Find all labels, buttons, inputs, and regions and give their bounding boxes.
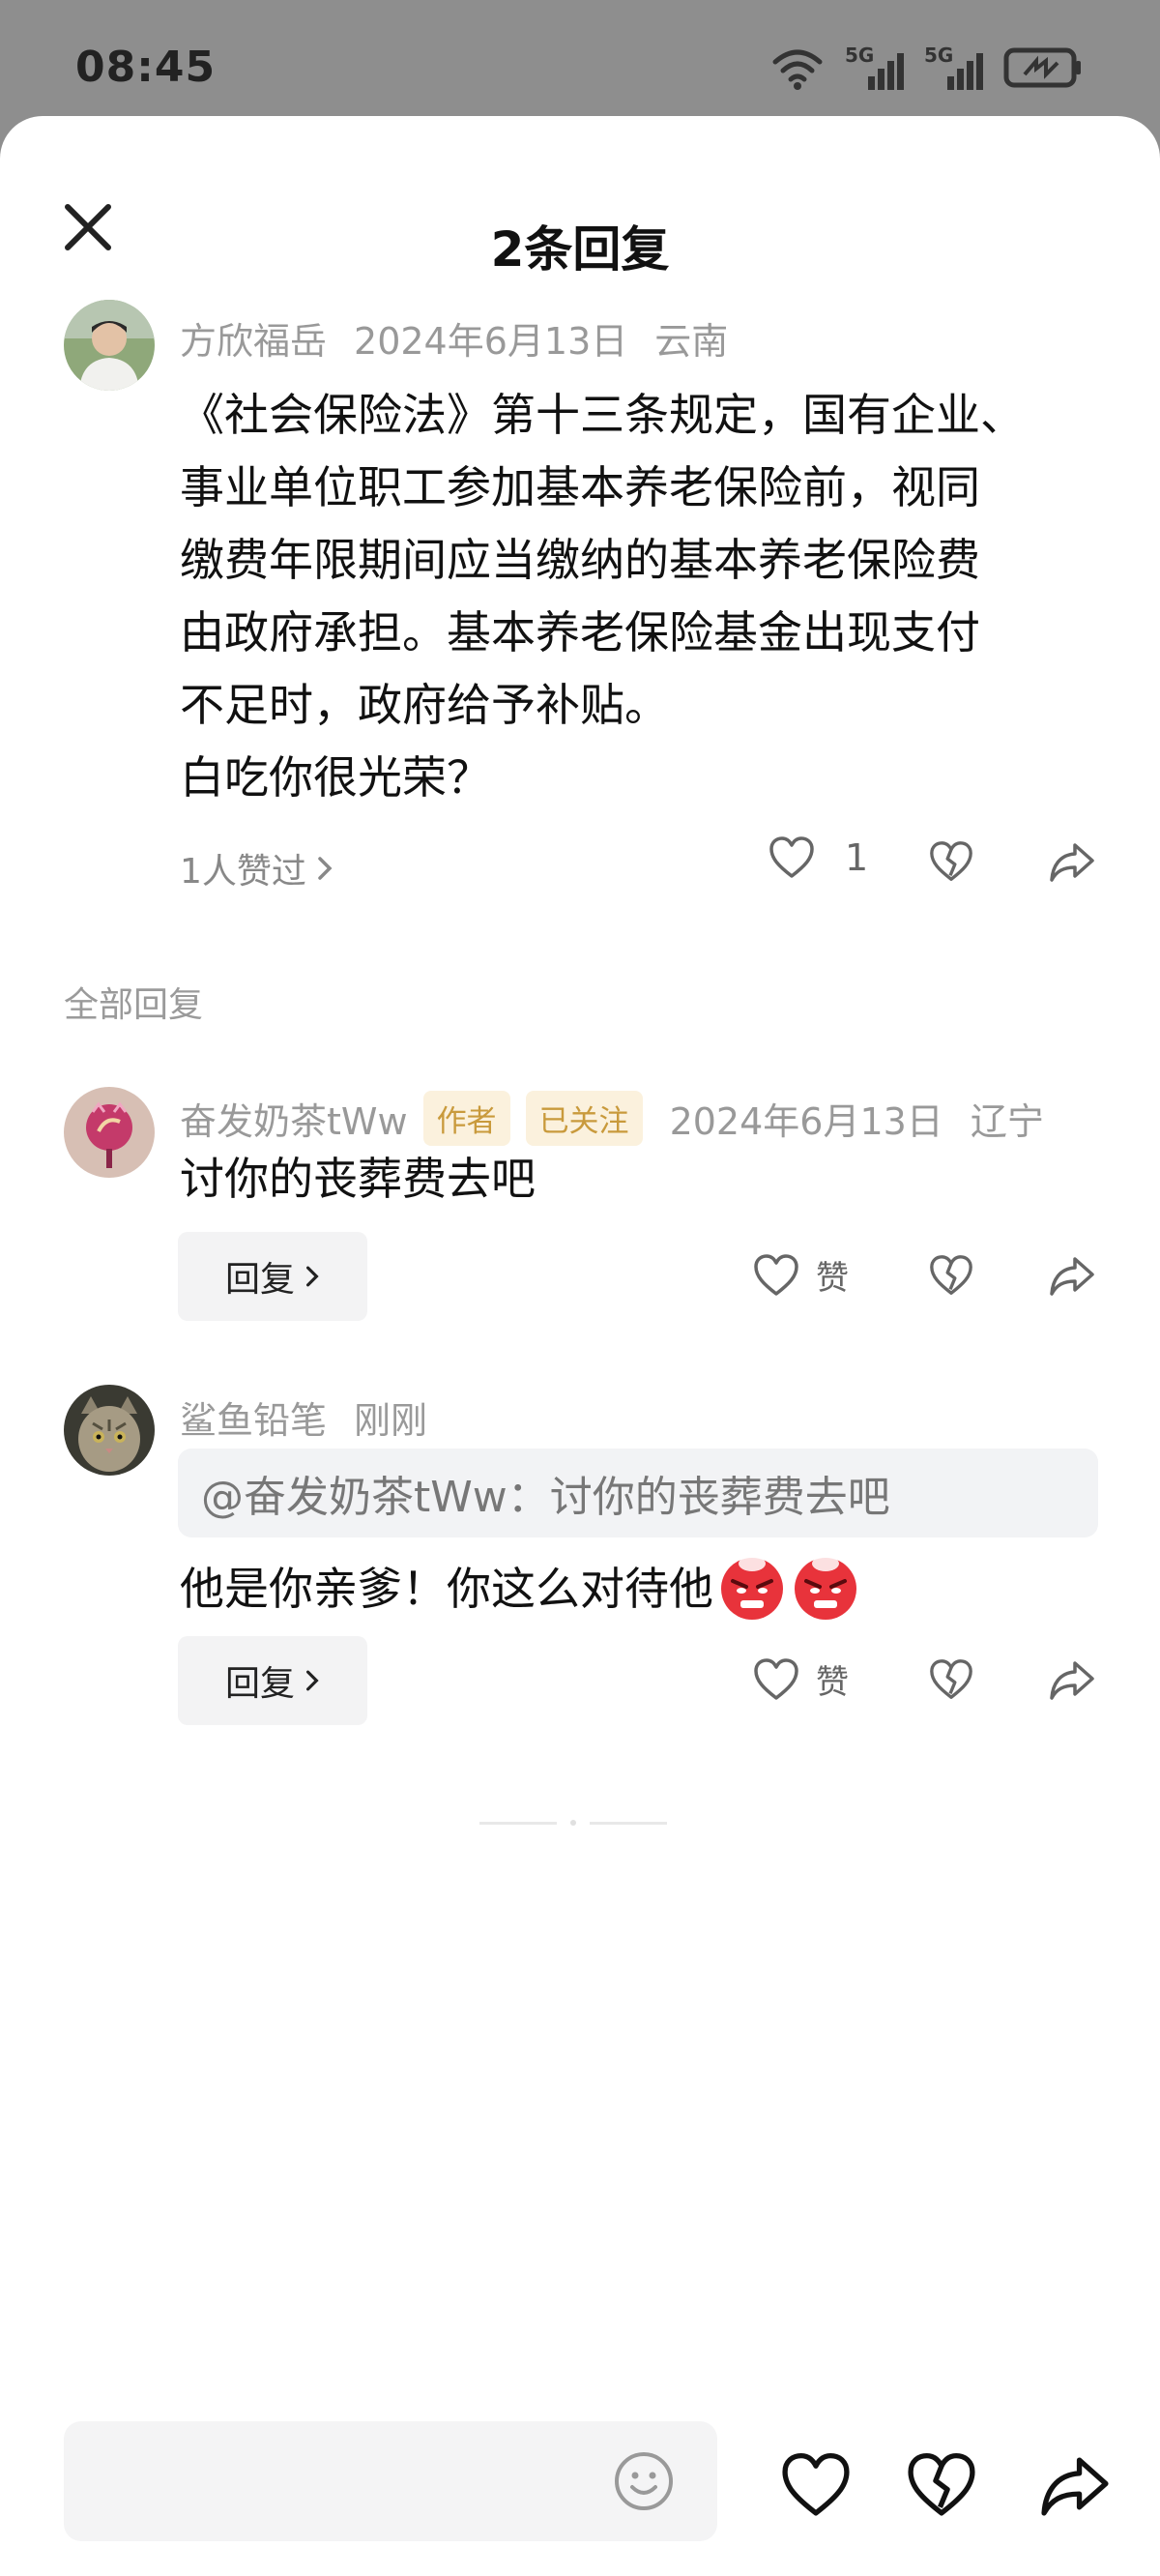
reply-date: 2024年6月13日: [669, 1100, 943, 1143]
status-icons: 5G 5G: [768, 39, 1083, 97]
reply-button[interactable]: 回复: [178, 1232, 367, 1321]
chevron-right-icon: [306, 1670, 319, 1691]
avatar[interactable]: [64, 1087, 155, 1178]
network-label: 5G: [924, 44, 954, 67]
wifi-icon: [772, 49, 823, 90]
like-button[interactable]: 1: [768, 835, 868, 880]
broken-heart-icon[interactable]: [928, 839, 974, 884]
username[interactable]: 奋发奶茶tWw: [180, 1092, 408, 1145]
comment-line: 白吃你很光荣？: [180, 751, 491, 804]
heart-icon: [754, 1253, 798, 1296]
replies-sheet: 2条回复 方欣福岳 2024年6月13日 云南 《社会保险法》第十三条规定，国有…: [0, 116, 1160, 2576]
reply-button-label: 回复: [224, 1664, 295, 1704]
likers-link[interactable]: 1人赞过: [180, 843, 334, 893]
chevron-right-icon: [306, 1266, 319, 1287]
reply-location: 辽宁: [970, 1100, 1044, 1143]
username[interactable]: 方欣福岳: [180, 311, 327, 365]
avatar[interactable]: [64, 300, 155, 391]
signal-icon: 5G: [845, 44, 907, 92]
share-icon[interactable]: [1038, 2450, 1112, 2520]
heart-icon: [769, 836, 814, 878]
share-icon[interactable]: [1048, 839, 1096, 884]
reply-button-label: 回复: [224, 1260, 295, 1300]
end-of-list-indicator: [479, 1820, 667, 1826]
page-title: 2条回复: [490, 221, 670, 278]
heart-icon[interactable]: [779, 2450, 853, 2520]
reply-date: 刚刚: [354, 1399, 428, 1442]
following-badge: 已关注: [525, 1091, 643, 1146]
sheet-header: 2条回复: [0, 155, 1160, 280]
comment-body: 《社会保险法》第十三条规定，国有企业、 事业单位职工参加基本养老保险前，视同 缴…: [180, 379, 1108, 814]
author-badge: 作者: [422, 1091, 510, 1146]
broken-heart-icon[interactable]: [928, 1253, 974, 1298]
share-icon[interactable]: [1048, 1657, 1096, 1702]
comment-line: 由政府承担。基本养老保险基金出现支付: [180, 606, 980, 659]
like-count: 1: [845, 836, 869, 879]
like-button[interactable]: 赞: [752, 1655, 849, 1703]
likers-label: 1人赞过: [180, 852, 306, 892]
like-button[interactable]: 赞: [752, 1251, 849, 1299]
comment-location: 云南: [654, 320, 729, 363]
signal-icon: 5G: [924, 44, 986, 92]
status-time: 08:45: [75, 43, 217, 92]
reply-button[interactable]: 回复: [178, 1636, 367, 1725]
angry-emoji-icon: [795, 1555, 856, 1620]
reply-text: 讨你的丧葬费去吧: [180, 1153, 536, 1205]
section-label: 全部回复: [64, 985, 204, 1025]
status-bar: 08:45 5G 5G: [0, 0, 1160, 126]
reply-text: 他是你亲爹！你这么对待他: [180, 1553, 1108, 1627]
reply-meta: 奋发奶茶tWw 作者 已关注 2024年6月13日 辽宁: [180, 1091, 1044, 1146]
broken-heart-icon[interactable]: [928, 1657, 974, 1702]
quoted-reply: @奋发奶茶tWw：讨你的丧葬费去吧: [178, 1449, 1098, 1537]
reply-meta: 鲨鱼铅笔 刚刚: [180, 1390, 427, 1444]
comment-input[interactable]: [64, 2421, 717, 2541]
share-icon[interactable]: [1048, 1253, 1096, 1298]
avatar[interactable]: [64, 1385, 155, 1476]
network-label: 5G: [845, 44, 875, 67]
like-label: 赞: [816, 1663, 849, 1702]
broken-heart-icon[interactable]: [905, 2450, 978, 2520]
like-label: 赞: [816, 1259, 849, 1298]
comment-line: 不足时，政府给予补贴。: [180, 679, 669, 731]
reply-text-content: 他是你亲爹！你这么对待他: [180, 1563, 713, 1615]
battery-icon: [1003, 47, 1081, 88]
heart-icon: [754, 1657, 798, 1700]
comment-meta: 方欣福岳 2024年6月13日 云南: [180, 311, 728, 365]
comment-line: 《社会保险法》第十三条规定，国有企业、: [180, 389, 1025, 441]
smiley-icon[interactable]: [613, 2450, 675, 2512]
chevron-right-icon: [318, 857, 333, 880]
comment-line: 缴费年限期间应当缴纳的基本养老保险费: [180, 534, 980, 586]
username[interactable]: 鲨鱼铅笔: [180, 1390, 327, 1444]
angry-emoji-icon: [721, 1555, 783, 1620]
comment-line: 事业单位职工参加基本养老保险前，视同: [180, 461, 980, 513]
comment-date: 2024年6月13日: [354, 320, 628, 363]
